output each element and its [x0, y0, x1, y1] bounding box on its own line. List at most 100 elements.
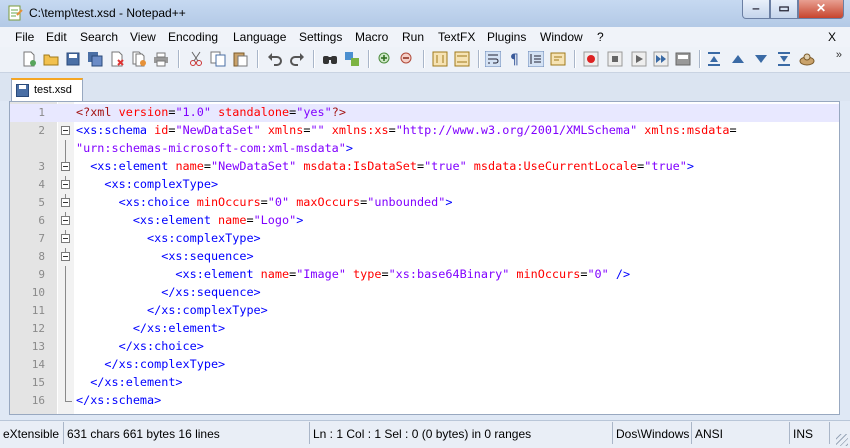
code-token-att: xmlns:msdata [644, 123, 730, 137]
close-document-button[interactable]: X [828, 30, 836, 44]
sync-vertical-icon[interactable] [432, 51, 448, 67]
spellcheck-icon[interactable] [799, 51, 815, 67]
menu-macro[interactable]: Macro [355, 30, 388, 44]
code-line[interactable]: 1 <?xml version="1.0" standalone="yes"?> [10, 104, 839, 122]
print-icon[interactable] [153, 51, 169, 67]
show-all-chars-icon[interactable]: ¶ [507, 51, 523, 67]
up-icon[interactable] [730, 51, 746, 67]
save-all-icon[interactable] [87, 51, 103, 67]
close-file-icon[interactable] [109, 51, 125, 67]
stop-record-icon[interactable] [607, 51, 623, 67]
code-token-att: id [154, 123, 169, 137]
resize-grip-icon[interactable] [836, 434, 848, 446]
code-line[interactable]: 4 <xs:complexType> [10, 176, 839, 194]
word-wrap-icon[interactable] [485, 51, 501, 67]
menu-edit[interactable]: Edit [46, 30, 67, 44]
fold-collapse-icon[interactable] [61, 252, 70, 261]
code-line[interactable]: 2 <xs:schema id = "NewDataSet" xmlns = "" xml… [10, 122, 839, 140]
copy-icon[interactable] [210, 51, 226, 67]
code-line[interactable]: 7 <xs:complexType> [10, 230, 839, 248]
language-icon[interactable] [550, 51, 566, 67]
menu-plugins[interactable]: Plugins [487, 30, 526, 44]
find-icon[interactable] [322, 51, 338, 67]
sync-horizontal-icon[interactable] [454, 51, 470, 67]
code-token-tag: </xs:element> [76, 375, 183, 389]
maximize-button[interactable]: ▭ [770, 0, 798, 19]
menu-settings[interactable]: Settings [299, 30, 342, 44]
code-token-tag [467, 159, 474, 173]
replace-icon[interactable] [344, 51, 360, 67]
code-line[interactable]: 6 <xs:element name="Logo"> [10, 212, 839, 230]
paste-icon[interactable] [232, 51, 248, 67]
fold-collapse-icon[interactable] [61, 234, 70, 243]
redo-icon[interactable] [289, 51, 305, 67]
toolbar-separator [178, 50, 180, 68]
record-macro-icon[interactable] [583, 51, 599, 67]
close-all-icon[interactable] [131, 51, 147, 67]
code-line[interactable]: 12 </xs:element> [10, 320, 839, 338]
code-token-tag [261, 123, 268, 137]
code-token-val: "xs:base64Binary" [388, 267, 510, 281]
expand-icon[interactable] [776, 51, 792, 67]
fold-guide-line [65, 374, 66, 392]
zoom-in-icon[interactable] [377, 51, 393, 67]
menu-window[interactable]: Window [540, 30, 583, 44]
menu-help[interactable]: ? [597, 30, 604, 44]
code-line[interactable]: 9 <xs:element name="Image" type="xs:base… [10, 266, 839, 284]
new-file-icon[interactable] [21, 51, 37, 67]
minimize-button[interactable]: ‒ [742, 0, 770, 19]
window-title: C:\temp\test.xsd - Notepad++ [29, 6, 186, 20]
run-macro-multiple-icon[interactable] [653, 51, 669, 67]
code-token-tag: <xs:sequence> [76, 249, 254, 263]
code-line[interactable]: 3 <xs:element name="NewDataSet" msdata:I… [10, 158, 839, 176]
code-line[interactable]: 10 </xs:sequence> [10, 284, 839, 302]
code-line[interactable]: 5 <xs:choice minOccurs="0" maxOccurs="un… [10, 194, 839, 212]
status-position: Ln : 1 Col : 1 Sel : 0 (0 bytes) in 0 ra… [310, 422, 613, 444]
code-line[interactable]: 16 </xs:schema> [10, 392, 839, 410]
menu-language[interactable]: Language [233, 30, 286, 44]
line-number: 9 [38, 268, 45, 281]
code-line[interactable]: 11 </xs:complexType> [10, 302, 839, 320]
menu-textfx[interactable]: TextFX [438, 30, 475, 44]
code-line[interactable]: 15 </xs:element> [10, 374, 839, 392]
tab-test-xsd[interactable]: test.xsd [11, 78, 83, 102]
cut-icon[interactable] [188, 51, 204, 67]
save-macro-icon[interactable] [675, 51, 691, 67]
fold-guide-line [65, 266, 66, 284]
code-token-att: name [260, 267, 290, 281]
menu-encoding[interactable]: Encoding [168, 30, 218, 44]
open-file-icon[interactable] [43, 51, 59, 67]
code-text: </xs:complexType> [76, 357, 225, 371]
toolbar-overflow-chevron-icon[interactable]: » [836, 49, 842, 61]
line-number: 16 [31, 394, 45, 407]
collapse-icon[interactable] [706, 51, 722, 67]
close-window-button[interactable]: ✕ [798, 0, 844, 19]
fold-collapse-icon[interactable] [61, 162, 70, 171]
tab-bar: test.xsd [0, 73, 850, 102]
menu-run[interactable]: Run [402, 30, 424, 44]
status-eol: Dos\Windows [613, 422, 692, 444]
fold-collapse-icon[interactable] [61, 216, 70, 225]
zoom-out-icon[interactable] [399, 51, 415, 67]
code-token-tag: > [296, 213, 304, 227]
code-line[interactable]: "urn:schemas-microsoft-com:xml-msdata"> [10, 140, 839, 158]
toolbar-separator [699, 50, 701, 68]
code-token-pi: <?xml [76, 105, 119, 119]
play-macro-icon[interactable] [631, 51, 647, 67]
notepad-plus-plus-icon [8, 5, 23, 21]
down-icon[interactable] [753, 51, 769, 67]
editor-area[interactable]: 1 <?xml version="1.0" standalone="yes"?> 2… [9, 101, 840, 415]
undo-icon[interactable] [267, 51, 283, 67]
fold-collapse-icon[interactable] [61, 198, 70, 207]
code-line[interactable]: 13 </xs:choice> [10, 338, 839, 356]
fold-collapse-icon[interactable] [61, 180, 70, 189]
menu-search[interactable]: Search [80, 30, 118, 44]
menu-file[interactable]: File [15, 30, 34, 44]
save-icon[interactable] [65, 51, 81, 67]
menu-view[interactable]: View [130, 30, 156, 44]
fold-collapse-icon[interactable] [61, 126, 70, 135]
code-token-val: "unbounded" [367, 195, 446, 209]
code-line[interactable]: 14 </xs:complexType> [10, 356, 839, 374]
code-line[interactable]: 8 <xs:sequence> [10, 248, 839, 266]
indent-guide-icon[interactable] [528, 51, 544, 67]
